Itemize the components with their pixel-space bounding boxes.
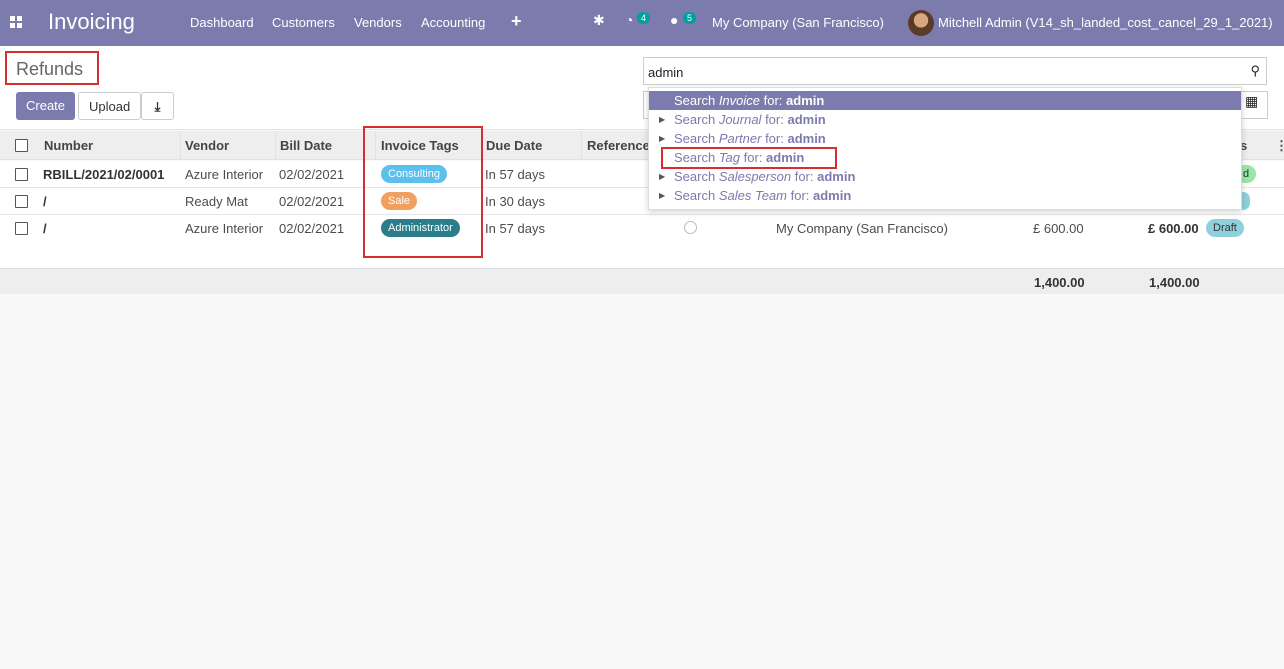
total-untaxed: 1,400.00 — [1034, 275, 1085, 290]
search-bar: ⚲ — [643, 57, 1267, 85]
status-badge: Draft — [1206, 219, 1244, 237]
cell-vendor: Azure Interior — [185, 221, 264, 236]
table-footer: 1,400.00 1,400.00 — [0, 268, 1284, 294]
table-row[interactable]: / Azure Interior 02/02/2021 Administrato… — [0, 215, 1284, 242]
activity-icon[interactable]: ◔ — [625, 12, 633, 28]
search-option-tag[interactable]: Search Tag for: admin — [649, 148, 1241, 167]
expand-triangle-icon[interactable]: ▶ — [659, 129, 665, 148]
cell-due-date: In 30 days — [485, 194, 545, 209]
bug-icon[interactable]: ✱ — [593, 12, 605, 29]
kanban-view-icon: ▦ — [1245, 93, 1259, 109]
app-title[interactable]: Invoicing — [48, 9, 135, 35]
apps-menu-icon[interactable] — [10, 16, 22, 28]
menu-accounting[interactable]: Accounting — [421, 15, 485, 30]
upload-button[interactable]: Upload — [78, 92, 142, 120]
row-checkbox[interactable] — [15, 168, 28, 181]
search-option-sales-team[interactable]: ▶ Search Sales Team for: admin — [649, 186, 1241, 205]
col-invoice-tags[interactable]: Invoice Tags — [381, 138, 459, 153]
cell-due-date: In 57 days — [485, 167, 545, 182]
menu-vendors[interactable]: Vendors — [354, 15, 402, 30]
plus-icon[interactable]: + — [511, 11, 522, 32]
tag-badge: Sale — [381, 192, 418, 210]
cell-due-date: In 57 days — [485, 221, 545, 236]
company-switcher[interactable]: My Company (San Francisco) — [712, 15, 884, 30]
expand-triangle-icon[interactable]: ▶ — [659, 186, 665, 205]
download-icon[interactable]: ⤓ — [141, 92, 174, 120]
activity-count-badge: 4 — [637, 12, 651, 24]
main-navbar: Invoicing Dashboard Customers Vendors Ac… — [0, 0, 1284, 46]
search-input[interactable] — [648, 64, 1238, 80]
cell-untaxed: £ 600.00 — [1033, 221, 1084, 236]
col-due-date[interactable]: Due Date — [486, 138, 542, 153]
total-amount: 1,400.00 — [1149, 275, 1200, 290]
optional-columns-icon[interactable]: ⋮ — [1275, 138, 1284, 154]
menu-dashboard[interactable]: Dashboard — [190, 15, 254, 30]
cell-number: RBILL/2021/02/0001 — [43, 167, 165, 182]
cell-total: £ 600.00 — [1148, 221, 1199, 236]
menu-customers[interactable]: Customers — [272, 15, 335, 30]
col-vendor[interactable]: Vendor — [185, 138, 229, 153]
cell-vendor: Azure Interior — [185, 167, 264, 182]
select-all-checkbox[interactable] — [15, 139, 28, 152]
expand-triangle-icon[interactable]: ▶ — [659, 167, 665, 186]
create-button[interactable]: Create — [16, 92, 76, 120]
cell-vendor: Ready Mat — [185, 194, 248, 209]
search-option-salesperson[interactable]: ▶ Search Salesperson for: admin — [649, 167, 1241, 186]
user-menu[interactable]: Mitchell Admin (V14_sh_landed_cost_cance… — [938, 15, 1273, 30]
row-checkbox[interactable] — [15, 195, 28, 208]
cell-company: My Company (San Francisco) — [776, 221, 948, 236]
tag-badge: Administrator — [381, 219, 460, 237]
search-option-invoice[interactable]: Search Invoice for: admin — [649, 91, 1241, 110]
col-number[interactable]: Number — [44, 138, 93, 153]
clock-icon — [684, 221, 697, 234]
user-avatar[interactable] — [908, 10, 934, 36]
cell-number: / — [43, 221, 47, 236]
chat-icon[interactable]: ● — [670, 12, 678, 28]
row-checkbox[interactable] — [15, 222, 28, 235]
tag-badge: Consulting — [381, 165, 447, 183]
cell-bill-date: 02/02/2021 — [279, 167, 345, 182]
cell-bill-date: 02/02/2021 — [279, 194, 345, 209]
search-option-journal[interactable]: ▶ Search Journal for: admin — [649, 110, 1241, 129]
col-reference[interactable]: Reference — [587, 138, 650, 153]
message-count-badge: 5 — [683, 12, 697, 24]
search-autocomplete: Search Invoice for: admin ▶ Search Journa… — [648, 87, 1242, 210]
col-bill-date[interactable]: Bill Date — [280, 138, 332, 153]
cell-bill-date: 02/02/2021 — [279, 221, 345, 236]
expand-triangle-icon[interactable]: ▶ — [659, 110, 665, 129]
page-title[interactable]: Refunds — [16, 59, 83, 80]
empty-row — [0, 241, 1284, 268]
cell-number: / — [43, 194, 47, 209]
search-option-partner[interactable]: ▶ Search Partner for: admin — [649, 129, 1241, 148]
search-icon[interactable]: ⚲ — [1250, 63, 1260, 79]
